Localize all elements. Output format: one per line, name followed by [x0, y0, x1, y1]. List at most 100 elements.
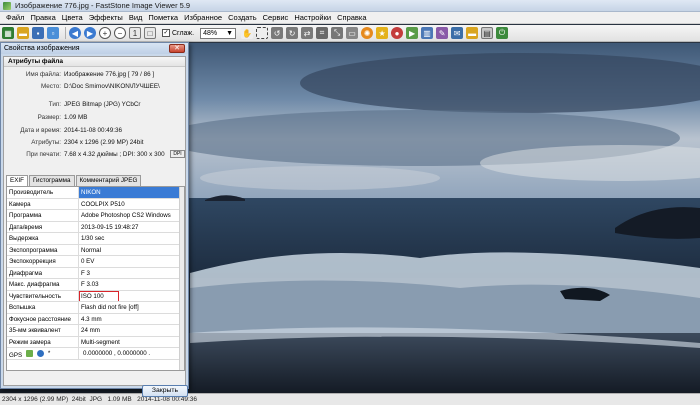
- exit-icon[interactable]: ⏻: [496, 27, 509, 39]
- attr-key: Атрибуты:: [31, 139, 61, 146]
- table-row[interactable]: Дата/время 2013-09-15 19:48:27: [7, 221, 184, 233]
- actual-size-icon[interactable]: 1: [129, 27, 141, 39]
- email-icon[interactable]: ✉: [451, 27, 464, 39]
- select-icon[interactable]: [256, 27, 269, 39]
- attr-key: Размер:: [37, 114, 61, 121]
- attr-row-size: Размер: 1.09 MB: [4, 113, 187, 123]
- iso-highlight-box: [79, 290, 119, 301]
- menu-edit[interactable]: Правка: [27, 13, 58, 22]
- draw-icon[interactable]: ✎: [436, 27, 449, 39]
- table-row[interactable]: Вспышка Flash did not fire [off]: [7, 302, 184, 314]
- exif-key: Выдержка: [7, 233, 79, 244]
- menu-create[interactable]: Создать: [225, 13, 260, 22]
- table-row[interactable]: Производитель NIKON: [7, 187, 184, 199]
- menu-view[interactable]: Вид: [126, 13, 146, 22]
- zoom-value: 48%: [203, 29, 218, 37]
- table-row[interactable]: Камера COOLPIX P510: [7, 198, 184, 210]
- gps-key: GPS: [9, 352, 23, 359]
- table-row[interactable]: Фокусное расстояние 4.3 mm: [7, 313, 184, 325]
- slideshow-icon[interactable]: ▶: [406, 27, 419, 39]
- group-title: Атрибуты файла: [4, 57, 185, 67]
- dialog-title-bar[interactable]: Свойства изображения ✕: [1, 43, 188, 54]
- menu-file[interactable]: Файл: [3, 13, 27, 22]
- dialog-body: Атрибуты файла Имя файла: Изображение 77…: [3, 56, 188, 397]
- flip-icon[interactable]: ⇄: [301, 27, 314, 39]
- table-row-gps[interactable]: GPS * 0.0000000 , 0.0000000 .: [7, 348, 184, 360]
- rotate-right-icon[interactable]: ↻: [286, 27, 299, 39]
- gps-star: *: [47, 350, 51, 357]
- open-folder-icon[interactable]: ▬: [17, 27, 29, 39]
- crop-icon[interactable]: ⌗: [316, 27, 329, 39]
- save-icon[interactable]: ▪: [32, 27, 44, 39]
- attr-row-type: Тип: JPEG Bitmap (JPG) YCbCr: [4, 100, 187, 110]
- exif-value: 2013-09-15 19:48:27: [81, 223, 139, 231]
- menu-colors[interactable]: Цвета: [59, 13, 86, 22]
- adjust-colors-icon[interactable]: ✺: [361, 27, 374, 39]
- fit-window-icon[interactable]: □: [144, 27, 156, 39]
- browser-icon[interactable]: ▦: [2, 27, 14, 39]
- menu-tag[interactable]: Пометка: [145, 13, 181, 22]
- back-icon[interactable]: ◀: [69, 27, 81, 39]
- menu-help[interactable]: Справка: [334, 13, 369, 22]
- folder-icon[interactable]: ▬: [466, 27, 479, 39]
- zoom-select[interactable]: 48% ▼: [200, 27, 237, 39]
- exif-key: Камера: [7, 198, 79, 209]
- table-row[interactable]: Выдержка 1/30 sec: [7, 233, 184, 245]
- status-bar: 2304 x 1296 (2.99 MP) 24bit JPG 1.09 MB …: [0, 393, 700, 405]
- attr-value: D:\Doc Smirnov\NIKON\ЛУЧШЕЕ\: [64, 83, 160, 90]
- table-row[interactable]: Экспокоррекция 0 EV: [7, 256, 184, 268]
- toolbar: ▦ ▬ ▪ ▫ ◀ ▶ + − 1 □ ✓ Сглаж. 48% ▼ ✋ ↺ ↻…: [0, 25, 700, 42]
- zoom-out-icon[interactable]: −: [114, 27, 126, 39]
- menu-bar: Файл Правка Цвета Эффекты Вид Пометка Из…: [0, 12, 700, 24]
- dialog-title: Свойства изображения: [4, 45, 80, 52]
- exif-key: Чувствительность: [7, 290, 79, 301]
- close-button[interactable]: Закрыть: [142, 385, 188, 397]
- attr-key: Тип:: [48, 101, 61, 108]
- scrollbar[interactable]: [179, 187, 184, 370]
- zoom-in-icon[interactable]: +: [99, 27, 111, 39]
- globe-icon[interactable]: [36, 350, 44, 357]
- menu-favorites[interactable]: Избранное: [181, 13, 225, 22]
- attr-key: Дата и время:: [20, 127, 61, 134]
- attr-value: 2304 x 1296 (2.99 MP) 24bit: [64, 139, 144, 146]
- dpi-button[interactable]: DPI: [170, 150, 185, 158]
- tab-jpeg-comment[interactable]: Комментарий JPEG: [75, 175, 142, 186]
- tab-exif[interactable]: EXIF: [6, 175, 28, 186]
- smooth-checkbox[interactable]: ✓ Сглаж.: [162, 29, 194, 37]
- attr-row-print: При печати: 7.68 x 4.32 дюймы ; DPI: 300…: [4, 150, 187, 160]
- exif-key: Режим замера: [7, 336, 79, 347]
- exif-key: Экспокоррекция: [7, 256, 79, 267]
- image-properties-dialog: Свойства изображения ✕ Атрибуты файла Им…: [0, 42, 189, 397]
- menu-settings[interactable]: Настройки: [291, 13, 334, 22]
- map-icon[interactable]: [25, 350, 33, 357]
- save-as-icon[interactable]: ▫: [47, 27, 59, 39]
- effects-icon[interactable]: ★: [376, 27, 389, 39]
- exif-key: Фокусное расстояние: [7, 313, 79, 324]
- table-row[interactable]: Программа Adobe Photoshop CS2 Windows: [7, 210, 184, 222]
- red-eye-icon[interactable]: ●: [391, 27, 404, 39]
- exif-table[interactable]: Производитель NIKON Камера COOLPIX P510 …: [6, 186, 185, 371]
- compare-icon[interactable]: ▥: [421, 27, 434, 39]
- forward-icon[interactable]: ▶: [84, 27, 96, 39]
- tab-histogram[interactable]: Гистограмма: [29, 175, 75, 186]
- table-row[interactable]: Режим замера Multi-segment: [7, 336, 184, 348]
- window-title: Изображение 776.jpg - FastStone Image Vi…: [15, 1, 191, 10]
- resize-icon[interactable]: ⤡: [331, 27, 344, 39]
- exif-value: 4.3 mm: [81, 315, 102, 323]
- table-row[interactable]: Экспопрограмма Normal: [7, 244, 184, 256]
- canvas-icon[interactable]: ▭: [346, 27, 359, 39]
- table-row[interactable]: Чувствительность ISO 100: [7, 290, 184, 302]
- print-icon[interactable]: ▤: [481, 27, 494, 39]
- close-icon[interactable]: ✕: [169, 44, 185, 53]
- table-row[interactable]: Макс. диафрагма F 3.03: [7, 279, 184, 291]
- table-row[interactable]: Диафрагма F 3: [7, 267, 184, 279]
- hand-icon[interactable]: ✋: [241, 27, 254, 39]
- tab-bar: EXIF Гистограмма Комментарий JPEG: [6, 175, 142, 186]
- menu-effects[interactable]: Эффекты: [86, 13, 126, 22]
- table-row[interactable]: 35-мм эквивалент 24 mm: [7, 325, 184, 337]
- menu-tools[interactable]: Сервис: [260, 13, 292, 22]
- checkbox-box[interactable]: ✓: [162, 29, 170, 37]
- exif-value: 24 mm: [81, 327, 100, 334]
- exif-value: 0 EV: [81, 258, 95, 265]
- rotate-left-icon[interactable]: ↺: [271, 27, 284, 39]
